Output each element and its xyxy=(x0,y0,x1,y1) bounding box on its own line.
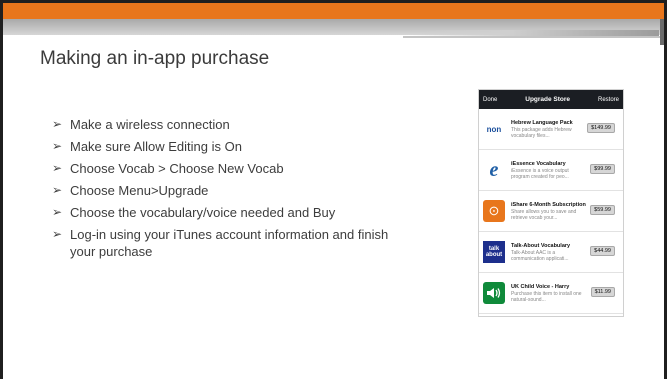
bullet-item: ➢ Make a wireless connection xyxy=(52,116,392,133)
store-item[interactable]: talk about Talk-About Vocabulary Talk-Abo… xyxy=(479,232,623,273)
bullet-arrow-icon: ➢ xyxy=(52,161,63,175)
slide-title: Making an in-app purchase xyxy=(40,48,270,69)
price-button[interactable]: $59.99 xyxy=(590,205,615,215)
item-desc: This package adds Hebrew vocabulary file… xyxy=(511,126,572,139)
bullet-arrow-icon: ➢ xyxy=(52,139,63,153)
item-name: iEssence Vocabulary xyxy=(511,160,566,167)
speaker-icon xyxy=(483,282,505,304)
item-desc: Talk-About AAC is a communication applic… xyxy=(511,249,569,262)
header-band xyxy=(3,3,664,19)
item-name: Hebrew Language Pack xyxy=(511,119,573,126)
icon-label: non xyxy=(486,124,502,134)
store-title: Upgrade Store xyxy=(525,96,571,103)
header-corner xyxy=(660,19,664,45)
icon-label: talk about xyxy=(485,246,503,258)
bullet-item: ➢ Choose Vocab > Choose New Vocab xyxy=(52,160,392,177)
bullet-arrow-icon: ➢ xyxy=(52,183,63,197)
price-button[interactable]: $44.99 xyxy=(590,246,615,256)
bullet-arrow-icon: ➢ xyxy=(52,117,63,131)
bullet-list: ➢ Make a wireless connection ➢ Make sure A… xyxy=(52,116,392,265)
upgrade-store-screenshot: Done Upgrade Store Restore non Hebrew La… xyxy=(478,89,624,317)
item-name: Talk-About Vocabulary xyxy=(511,242,571,249)
price-button[interactable]: $11.99 xyxy=(590,287,615,297)
store-item[interactable]: non Hebrew Language Pack This package add… xyxy=(479,109,623,150)
bullet-arrow-icon: ➢ xyxy=(52,205,63,219)
item-desc: Purchase this item to install one natura… xyxy=(511,290,582,303)
speaker-glyph xyxy=(487,288,501,298)
item-name: iShare 6-Month Subscription xyxy=(511,201,586,208)
nonfiction-logo-icon: non xyxy=(483,118,505,140)
bullet-item: ➢ Log-in using your iTunes account inform… xyxy=(52,226,392,260)
restore-button[interactable]: Restore xyxy=(598,97,619,103)
header-stripe-2 xyxy=(403,36,663,38)
price-button[interactable]: $99.99 xyxy=(590,164,615,174)
price-button[interactable]: $149.99 xyxy=(587,123,615,133)
icon-label: ⊙ xyxy=(488,203,500,218)
talk-about-logo-icon: talk about xyxy=(483,241,505,263)
bullet-text: Make sure Allow Editing is On xyxy=(70,139,242,154)
bullet-text: Choose the vocabulary/voice needed and B… xyxy=(70,205,336,220)
bullet-item: ➢ Choose the vocabulary/voice needed and … xyxy=(52,204,392,221)
bullet-arrow-icon: ➢ xyxy=(52,227,63,241)
ishare-logo-icon: ⊙ xyxy=(483,200,505,222)
bullet-item: ➢ Choose Menu>Upgrade xyxy=(52,182,392,199)
item-desc: Share allows you to save and retrieve vo… xyxy=(511,208,577,221)
bullet-text: Choose Menu>Upgrade xyxy=(70,183,209,198)
store-item[interactable]: e iEssence Vocabulary iEssence is a voice… xyxy=(479,150,623,191)
item-desc: iEssence is a voice output program creat… xyxy=(511,167,569,180)
done-button[interactable]: Done xyxy=(483,97,497,103)
item-name: UK Child Voice - Harry xyxy=(511,283,570,290)
icon-label: e xyxy=(489,158,499,181)
store-item[interactable]: UK Child Voice - Harry Purchase this item… xyxy=(479,273,623,314)
bullet-text: Choose Vocab > Choose New Vocab xyxy=(70,161,284,176)
bullet-item: ➢ Make sure Allow Editing is On xyxy=(52,138,392,155)
bullet-text: Make a wireless connection xyxy=(70,117,230,132)
store-item[interactable]: ⊙ iShare 6-Month Subscription Share allow… xyxy=(479,191,623,232)
bullet-text: Log-in using your iTunes account informa… xyxy=(70,227,389,259)
store-nav-bar: Done Upgrade Store Restore xyxy=(479,90,623,109)
iessence-logo-icon: e xyxy=(483,159,505,181)
